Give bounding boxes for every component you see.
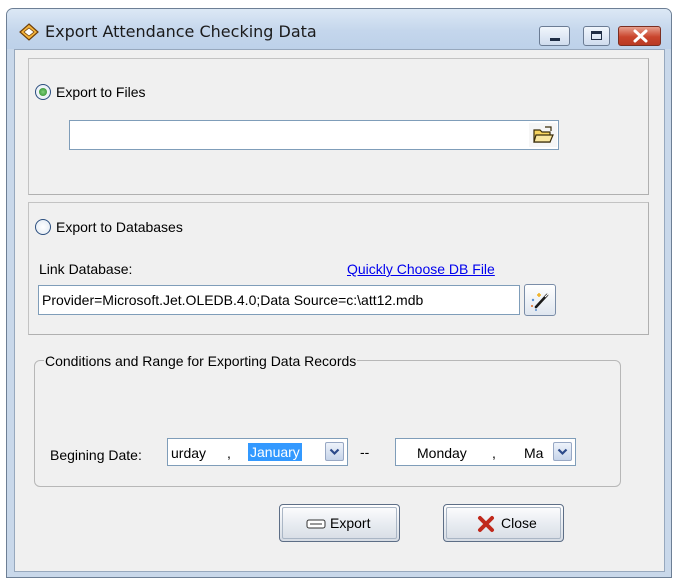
connection-string-input[interactable]: Provider=Microsoft.Jet.OLEDB.4.0;Data So…: [38, 285, 520, 315]
quick-choose-db-link[interactable]: Quickly Choose DB File: [347, 261, 495, 277]
date-range-separator: --: [360, 444, 370, 460]
export-files-radio[interactable]: [35, 84, 51, 100]
chevron-down-icon: [557, 448, 568, 456]
export-dialog: Export Attendance Checking Data Export t…: [6, 8, 672, 578]
export-db-panel: Export to Databases Link Database: Quick…: [28, 202, 649, 335]
minimize-button[interactable]: [539, 26, 570, 46]
close-button-label: Close: [501, 515, 537, 531]
maximize-icon: [591, 31, 602, 40]
export-files-label[interactable]: Export to Files: [56, 84, 145, 100]
end-date-picker[interactable]: Monday , Ma: [395, 438, 576, 466]
dialog-body: Export to Files Export to Databases Link…: [14, 49, 665, 572]
begin-day-text: urday: [171, 445, 207, 461]
chevron-down-icon: [329, 448, 340, 456]
open-folder-icon: [533, 126, 554, 143]
link-database-label: Link Database:: [39, 261, 133, 277]
conditions-legend: Conditions and Range for Exporting Data …: [44, 353, 358, 369]
keyboard-icon: [306, 519, 326, 529]
begin-date-label: Begining Date:: [50, 447, 142, 463]
export-files-panel: Export to Files: [28, 58, 649, 195]
red-x-icon: [478, 516, 494, 532]
end-month-text: Ma: [524, 445, 544, 461]
export-button[interactable]: Export: [279, 504, 400, 542]
end-date-dropdown[interactable]: [553, 442, 572, 461]
radio-selected-dot: [39, 88, 47, 96]
close-icon: [633, 29, 648, 43]
close-button[interactable]: Close: [443, 504, 564, 542]
begin-date-picker[interactable]: urday , January: [167, 438, 348, 466]
begin-month-text: January: [248, 443, 302, 461]
browse-folder-button[interactable]: [529, 123, 557, 147]
export-db-radio[interactable]: [35, 219, 51, 235]
window-title: Export Attendance Checking Data: [45, 22, 317, 41]
title-bar[interactable]: Export Attendance Checking Data: [7, 9, 671, 49]
begin-date-separator: ,: [227, 445, 231, 461]
export-db-label[interactable]: Export to Databases: [56, 219, 183, 235]
export-button-label: Export: [330, 515, 371, 531]
db-wizard-button[interactable]: [524, 284, 556, 316]
close-window-button[interactable]: [618, 26, 661, 46]
magic-wand-icon: [531, 293, 549, 311]
begin-date-dropdown[interactable]: [325, 442, 344, 461]
maximize-button[interactable]: [583, 26, 610, 46]
minimize-icon: [550, 38, 560, 41]
end-date-separator: ,: [492, 445, 496, 461]
app-icon: [19, 23, 39, 41]
end-day-text: Monday: [417, 445, 467, 461]
conditions-group: [34, 360, 621, 487]
file-path-input[interactable]: [69, 120, 559, 150]
